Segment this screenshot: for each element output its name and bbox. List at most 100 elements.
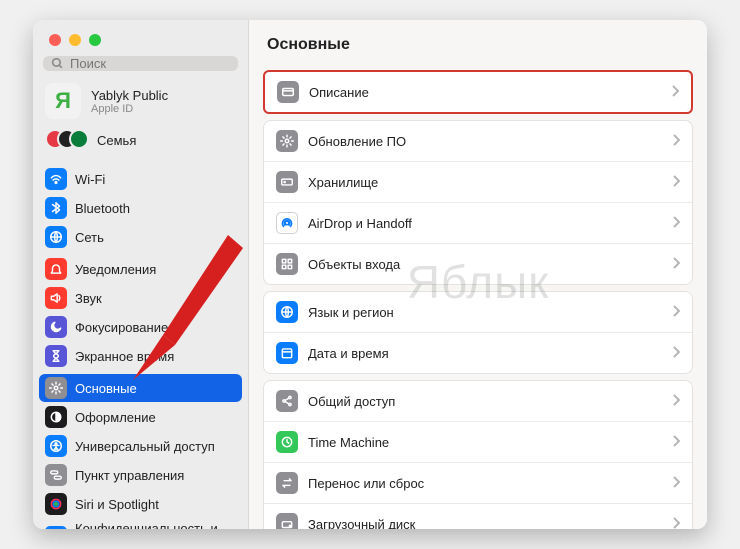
- settings-row-label: Общий доступ: [308, 394, 672, 409]
- clock-icon: [276, 431, 298, 453]
- avatar: Я: [45, 83, 81, 119]
- moon-icon: [45, 316, 67, 338]
- gear-icon: [45, 377, 67, 399]
- sidebar-item-label: Основные: [75, 381, 137, 396]
- sidebar-item-label: Универсальный доступ: [75, 439, 215, 454]
- settings-row-calendar[interactable]: Дата и время: [264, 332, 692, 373]
- sidebar-item-label: Экранное время: [75, 349, 174, 364]
- settings-window: Я Yablyk Public Apple ID Семья Wi-Fi Blue…: [33, 20, 707, 529]
- panel: Общий доступ Time Machine Перенос или сбро…: [263, 380, 693, 529]
- settings-row-clock[interactable]: Time Machine: [264, 421, 692, 462]
- disk-icon: [276, 513, 298, 529]
- sidebar-item-label: Wi-Fi: [75, 172, 105, 187]
- bluetooth-icon: [45, 197, 67, 219]
- window-controls: [33, 20, 248, 56]
- chevron-right-icon: [672, 394, 680, 409]
- family-avatars-icon: [45, 129, 89, 151]
- main-panel: Основные Описание Обновление ПО Хранилище A…: [249, 20, 707, 529]
- storage-icon: [276, 171, 298, 193]
- chevron-right-icon: [672, 346, 680, 361]
- settings-row-card[interactable]: Описание: [265, 72, 691, 112]
- hand-icon: [45, 526, 67, 529]
- sidebar-item-label: Сеть: [75, 230, 104, 245]
- settings-row-transfer[interactable]: Перенос или сброс: [264, 462, 692, 503]
- settings-row-label: AirDrop и Handoff: [308, 216, 672, 231]
- chevron-right-icon: [672, 305, 680, 320]
- family-row[interactable]: Семья: [33, 125, 248, 161]
- settings-row-label: Язык и регион: [308, 305, 672, 320]
- sidebar-item-siri[interactable]: Siri и Spotlight: [39, 490, 242, 518]
- page-title: Основные: [249, 20, 707, 64]
- share-icon: [276, 390, 298, 412]
- globe-icon: [276, 301, 298, 323]
- settings-row-globe[interactable]: Язык и регион: [264, 292, 692, 332]
- settings-row-label: Перенос или сброс: [308, 476, 672, 491]
- access-icon: [45, 435, 67, 457]
- sidebar-item-bell[interactable]: Уведомления: [39, 255, 242, 283]
- hourglass-icon: [45, 345, 67, 367]
- settings-row-label: Обновление ПО: [308, 134, 672, 149]
- chevron-right-icon: [672, 435, 680, 450]
- chevron-right-icon: [672, 134, 680, 149]
- sidebar: Я Yablyk Public Apple ID Семья Wi-Fi Blue…: [33, 20, 249, 529]
- sidebar-item-bluetooth[interactable]: Bluetooth: [39, 194, 242, 222]
- sidebar-item-hand[interactable]: Конфиденциальность и безопасность: [39, 519, 242, 529]
- settings-row-label: Описание: [309, 85, 671, 100]
- sidebar-item-switches[interactable]: Пункт управления: [39, 461, 242, 489]
- panel: Язык и регион Дата и время: [263, 291, 693, 374]
- calendar-icon: [276, 342, 298, 364]
- account-name: Yablyk Public: [91, 88, 168, 103]
- chevron-right-icon: [671, 85, 679, 100]
- sidebar-item-label: Конфиденциальность и безопасность: [75, 522, 236, 529]
- sidebar-item-network[interactable]: Сеть: [39, 223, 242, 251]
- settings-row-storage[interactable]: Хранилище: [264, 161, 692, 202]
- sidebar-item-label: Уведомления: [75, 262, 156, 277]
- settings-row-share[interactable]: Общий доступ: [264, 381, 692, 421]
- minimize-icon[interactable]: [69, 34, 81, 46]
- family-label: Семья: [97, 133, 136, 148]
- sidebar-item-label: Siri и Spotlight: [75, 497, 159, 512]
- settings-row-label: Загрузочный диск: [308, 517, 672, 530]
- grid-icon: [276, 253, 298, 275]
- settings-row-grid[interactable]: Объекты входа: [264, 243, 692, 284]
- chevron-right-icon: [672, 175, 680, 190]
- search-input[interactable]: [70, 56, 230, 71]
- panel: Обновление ПО Хранилище AirDrop и Handoff О…: [263, 120, 693, 285]
- sidebar-item-speaker[interactable]: Звук: [39, 284, 242, 312]
- wifi-icon: [45, 168, 67, 190]
- chevron-right-icon: [672, 517, 680, 530]
- transfer-icon: [276, 472, 298, 494]
- switches-icon: [45, 464, 67, 486]
- panel-highlighted: Описание: [263, 70, 693, 114]
- sidebar-item-label: Пункт управления: [75, 468, 184, 483]
- speaker-icon: [45, 287, 67, 309]
- gear-icon: [276, 130, 298, 152]
- settings-row-label: Объекты входа: [308, 257, 672, 272]
- chevron-right-icon: [672, 476, 680, 491]
- settings-row-airdrop[interactable]: AirDrop и Handoff: [264, 202, 692, 243]
- siri-icon: [45, 493, 67, 515]
- sidebar-item-access[interactable]: Универсальный доступ: [39, 432, 242, 460]
- sidebar-item-wifi[interactable]: Wi-Fi: [39, 165, 242, 193]
- zoom-icon[interactable]: [89, 34, 101, 46]
- settings-row-disk[interactable]: Загрузочный диск: [264, 503, 692, 529]
- settings-row-label: Дата и время: [308, 346, 672, 361]
- network-icon: [45, 226, 67, 248]
- bell-icon: [45, 258, 67, 280]
- settings-row-gear[interactable]: Обновление ПО: [264, 121, 692, 161]
- sidebar-item-gear[interactable]: Основные: [39, 374, 242, 402]
- card-icon: [277, 81, 299, 103]
- account-sub: Apple ID: [91, 103, 168, 115]
- search-icon: [51, 57, 64, 70]
- chevron-right-icon: [672, 257, 680, 272]
- sidebar-item-moon[interactable]: Фокусирование: [39, 313, 242, 341]
- sidebar-item-label: Фокусирование: [75, 320, 168, 335]
- appearance-icon: [45, 406, 67, 428]
- apple-id-row[interactable]: Я Yablyk Public Apple ID: [33, 79, 248, 125]
- sidebar-item-label: Bluetooth: [75, 201, 130, 216]
- sidebar-item-appearance[interactable]: Оформление: [39, 403, 242, 431]
- sidebar-item-hourglass[interactable]: Экранное время: [39, 342, 242, 370]
- search-field[interactable]: [43, 56, 238, 71]
- close-icon[interactable]: [49, 34, 61, 46]
- sidebar-item-label: Оформление: [75, 410, 156, 425]
